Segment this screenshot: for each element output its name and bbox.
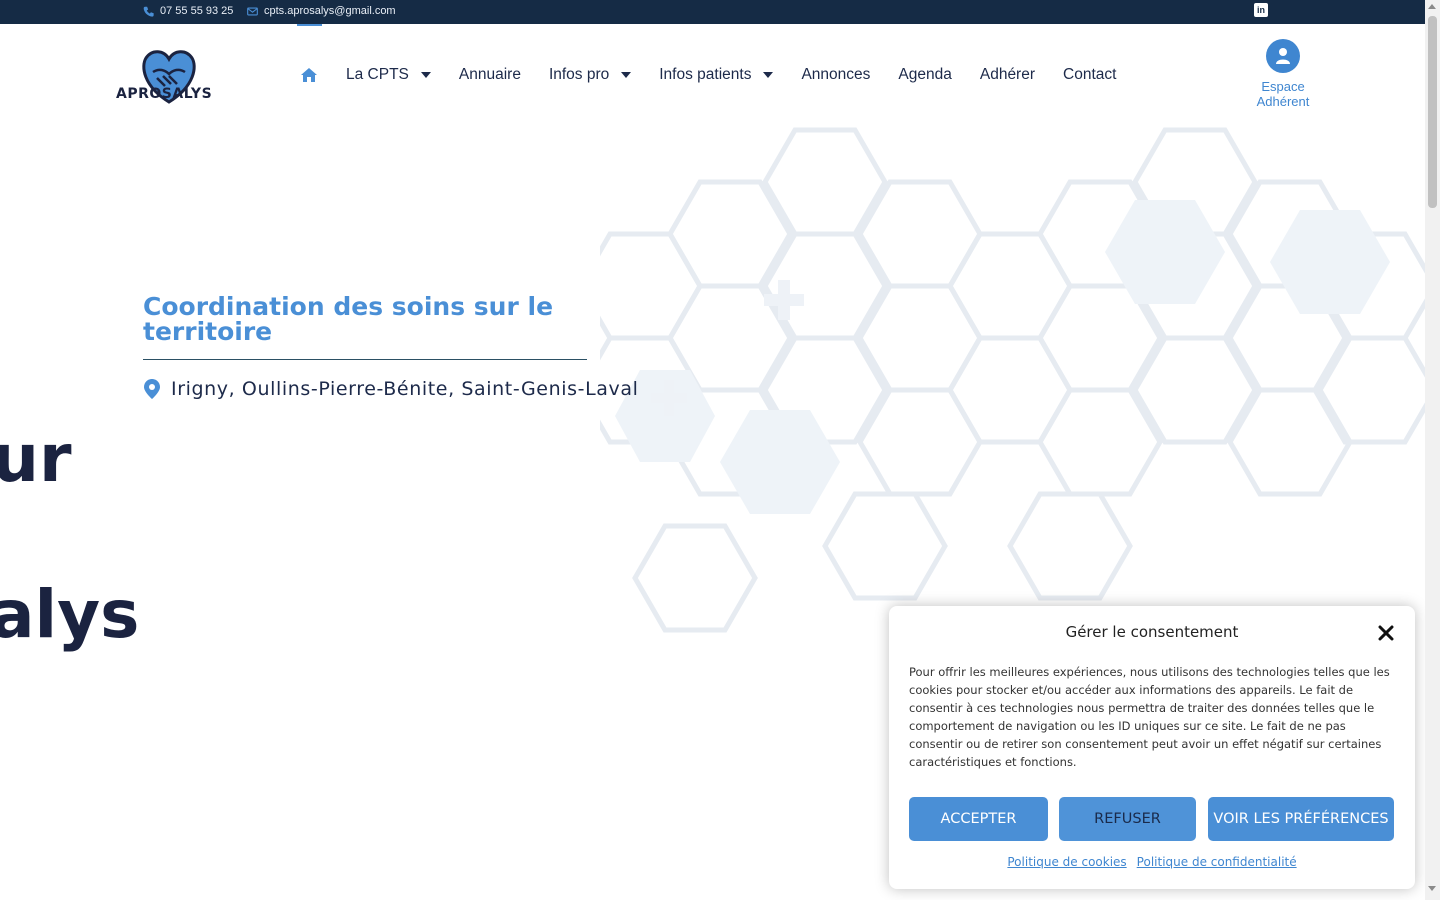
nav-label: Annuaire xyxy=(458,66,521,83)
animated-text-fragment: alys xyxy=(0,576,140,653)
hero-location-text: Irigny, Oullins-Pierre-Bénite, Saint-Gen… xyxy=(171,378,639,400)
nav-label: Infos patients xyxy=(659,66,752,83)
cookie-consent-dialog: Gérer le consentement Pour offrir les me… xyxy=(889,606,1415,889)
refuse-button[interactable]: REFUSER xyxy=(1059,797,1196,841)
scroll-up-icon[interactable] xyxy=(1428,4,1436,9)
main-navigation: La CPTS Annuaire Infos pro Infos patient… xyxy=(300,62,1144,88)
phone-icon xyxy=(143,6,154,17)
mail-icon xyxy=(247,7,258,15)
nav-agenda[interactable]: Agenda xyxy=(898,66,951,84)
caret-down-icon xyxy=(621,72,632,78)
animated-text-fragment: ur xyxy=(0,420,72,497)
close-icon[interactable] xyxy=(1377,624,1395,642)
nav-label: Agenda xyxy=(898,66,952,83)
scrollbar-thumb[interactable] xyxy=(1428,16,1437,208)
nav-infos-patients[interactable]: Infos patients xyxy=(659,66,774,84)
preferences-button[interactable]: VOIR LES PRÉFÉRENCES xyxy=(1208,797,1394,841)
nav-annonces[interactable]: Annonces xyxy=(801,66,870,84)
home-icon[interactable] xyxy=(300,65,320,85)
espace-label-1: Espace xyxy=(1261,79,1305,94)
nav-label: Annonces xyxy=(801,66,871,83)
nav-la-cpts[interactable]: La CPTS xyxy=(346,66,431,84)
linkedin-icon[interactable]: in xyxy=(1254,3,1268,17)
page-scrollbar[interactable] xyxy=(1425,0,1440,900)
privacy-policy-link[interactable]: Politique de confidentialité xyxy=(1137,855,1297,869)
consent-links: Politique de cookies Politique de confid… xyxy=(889,855,1415,869)
consent-title: Gérer le consentement xyxy=(1065,623,1239,641)
espace-adherent-link[interactable]: Espace Adhérent xyxy=(1245,39,1321,109)
caret-down-icon xyxy=(420,72,431,78)
nav-contact[interactable]: Contact xyxy=(1063,66,1116,84)
phone-contact[interactable]: 07 55 55 93 25 xyxy=(143,5,233,17)
nav-label: Contact xyxy=(1063,66,1117,83)
nav-infos-pro[interactable]: Infos pro xyxy=(548,66,632,84)
top-bar: 07 55 55 93 25 cpts.aprosalys@gmail.com … xyxy=(0,0,1425,24)
map-pin-icon xyxy=(144,379,160,399)
cookie-policy-link[interactable]: Politique de cookies xyxy=(1007,855,1126,869)
nav-label: Infos pro xyxy=(548,66,610,83)
nav-adherer[interactable]: Adhérer xyxy=(980,66,1035,84)
hero-divider xyxy=(143,359,587,360)
email-contact[interactable]: cpts.aprosalys@gmail.com xyxy=(247,5,396,17)
scroll-down-icon[interactable] xyxy=(1428,886,1436,891)
user-icon xyxy=(1266,39,1300,73)
email-address: cpts.aprosalys@gmail.com xyxy=(264,5,396,17)
nav-label: La CPTS xyxy=(346,66,409,83)
accept-button[interactable]: ACCEPTER xyxy=(909,797,1048,841)
caret-down-icon xyxy=(763,72,774,78)
hexagon-background xyxy=(600,127,1425,633)
hero-title: Coordination des soins sur le territoire xyxy=(143,292,554,346)
nav-label: Adhérer xyxy=(979,66,1036,83)
hero-location: Irigny, Oullins-Pierre-Bénite, Saint-Gen… xyxy=(143,378,638,400)
nav-annuaire[interactable]: Annuaire xyxy=(459,66,521,84)
brand-name[interactable]: APROSALYS xyxy=(116,86,212,102)
espace-label-2: Adhérent xyxy=(1256,94,1310,109)
phone-number: 07 55 55 93 25 xyxy=(160,5,234,17)
consent-description: Pour offrir les meilleures expériences, … xyxy=(909,665,1390,769)
